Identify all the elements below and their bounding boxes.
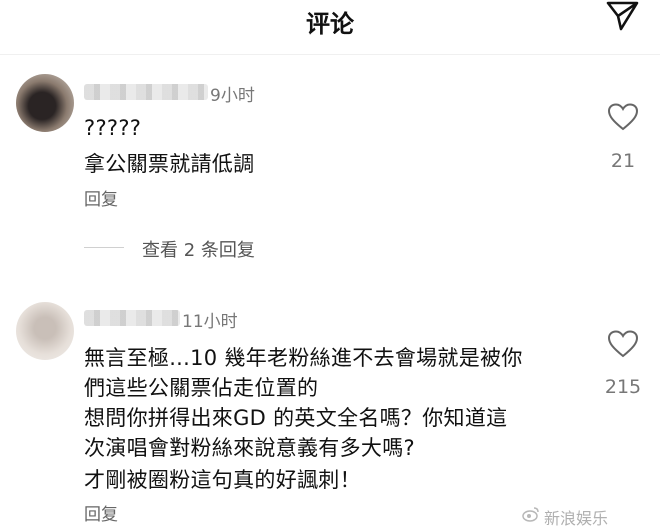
comment-text-line: 們這些公關票佔走位置的 <box>84 376 319 400</box>
heart-icon[interactable] <box>608 330 638 358</box>
comment-text-line: 無言至極...10 幾年老粉絲進不去會場就是被你 <box>84 346 523 370</box>
header-divider <box>0 54 660 55</box>
comment-time: 9小时 <box>210 86 255 106</box>
comment-text-line: 次演唱會對粉絲來說意義有多大嗎? <box>84 436 415 460</box>
send-icon[interactable] <box>604 0 640 32</box>
avatar[interactable] <box>16 74 74 132</box>
comment-text-line: ????? <box>84 116 142 140</box>
comment-text-line: 拿公關票就請低調 <box>84 152 255 176</box>
username-blurred[interactable] <box>84 310 180 326</box>
divider-line <box>84 247 124 248</box>
reply-button[interactable]: 回复 <box>84 185 118 210</box>
comment-text-line: 才剛被圈粉這句真的好諷刺！ <box>84 468 361 492</box>
reply-button[interactable]: 回复 <box>84 500 118 525</box>
comment-text-line: 想問你拼得出來GD 的英文全名嗎？你知道這 <box>84 406 508 430</box>
like-count: 215 <box>604 376 642 398</box>
like-count: 21 <box>610 150 636 172</box>
weibo-icon <box>522 507 539 522</box>
avatar[interactable] <box>16 302 74 360</box>
username-blurred[interactable] <box>84 84 208 100</box>
comment-time: 11小时 <box>182 312 238 332</box>
watermark: 新浪娱乐 <box>544 509 609 528</box>
view-replies-button[interactable]: 查看 2 条回复 <box>142 236 255 262</box>
heart-icon[interactable] <box>608 103 638 131</box>
comments-header: 评论 <box>0 0 660 48</box>
page-title: 评论 <box>306 10 354 38</box>
